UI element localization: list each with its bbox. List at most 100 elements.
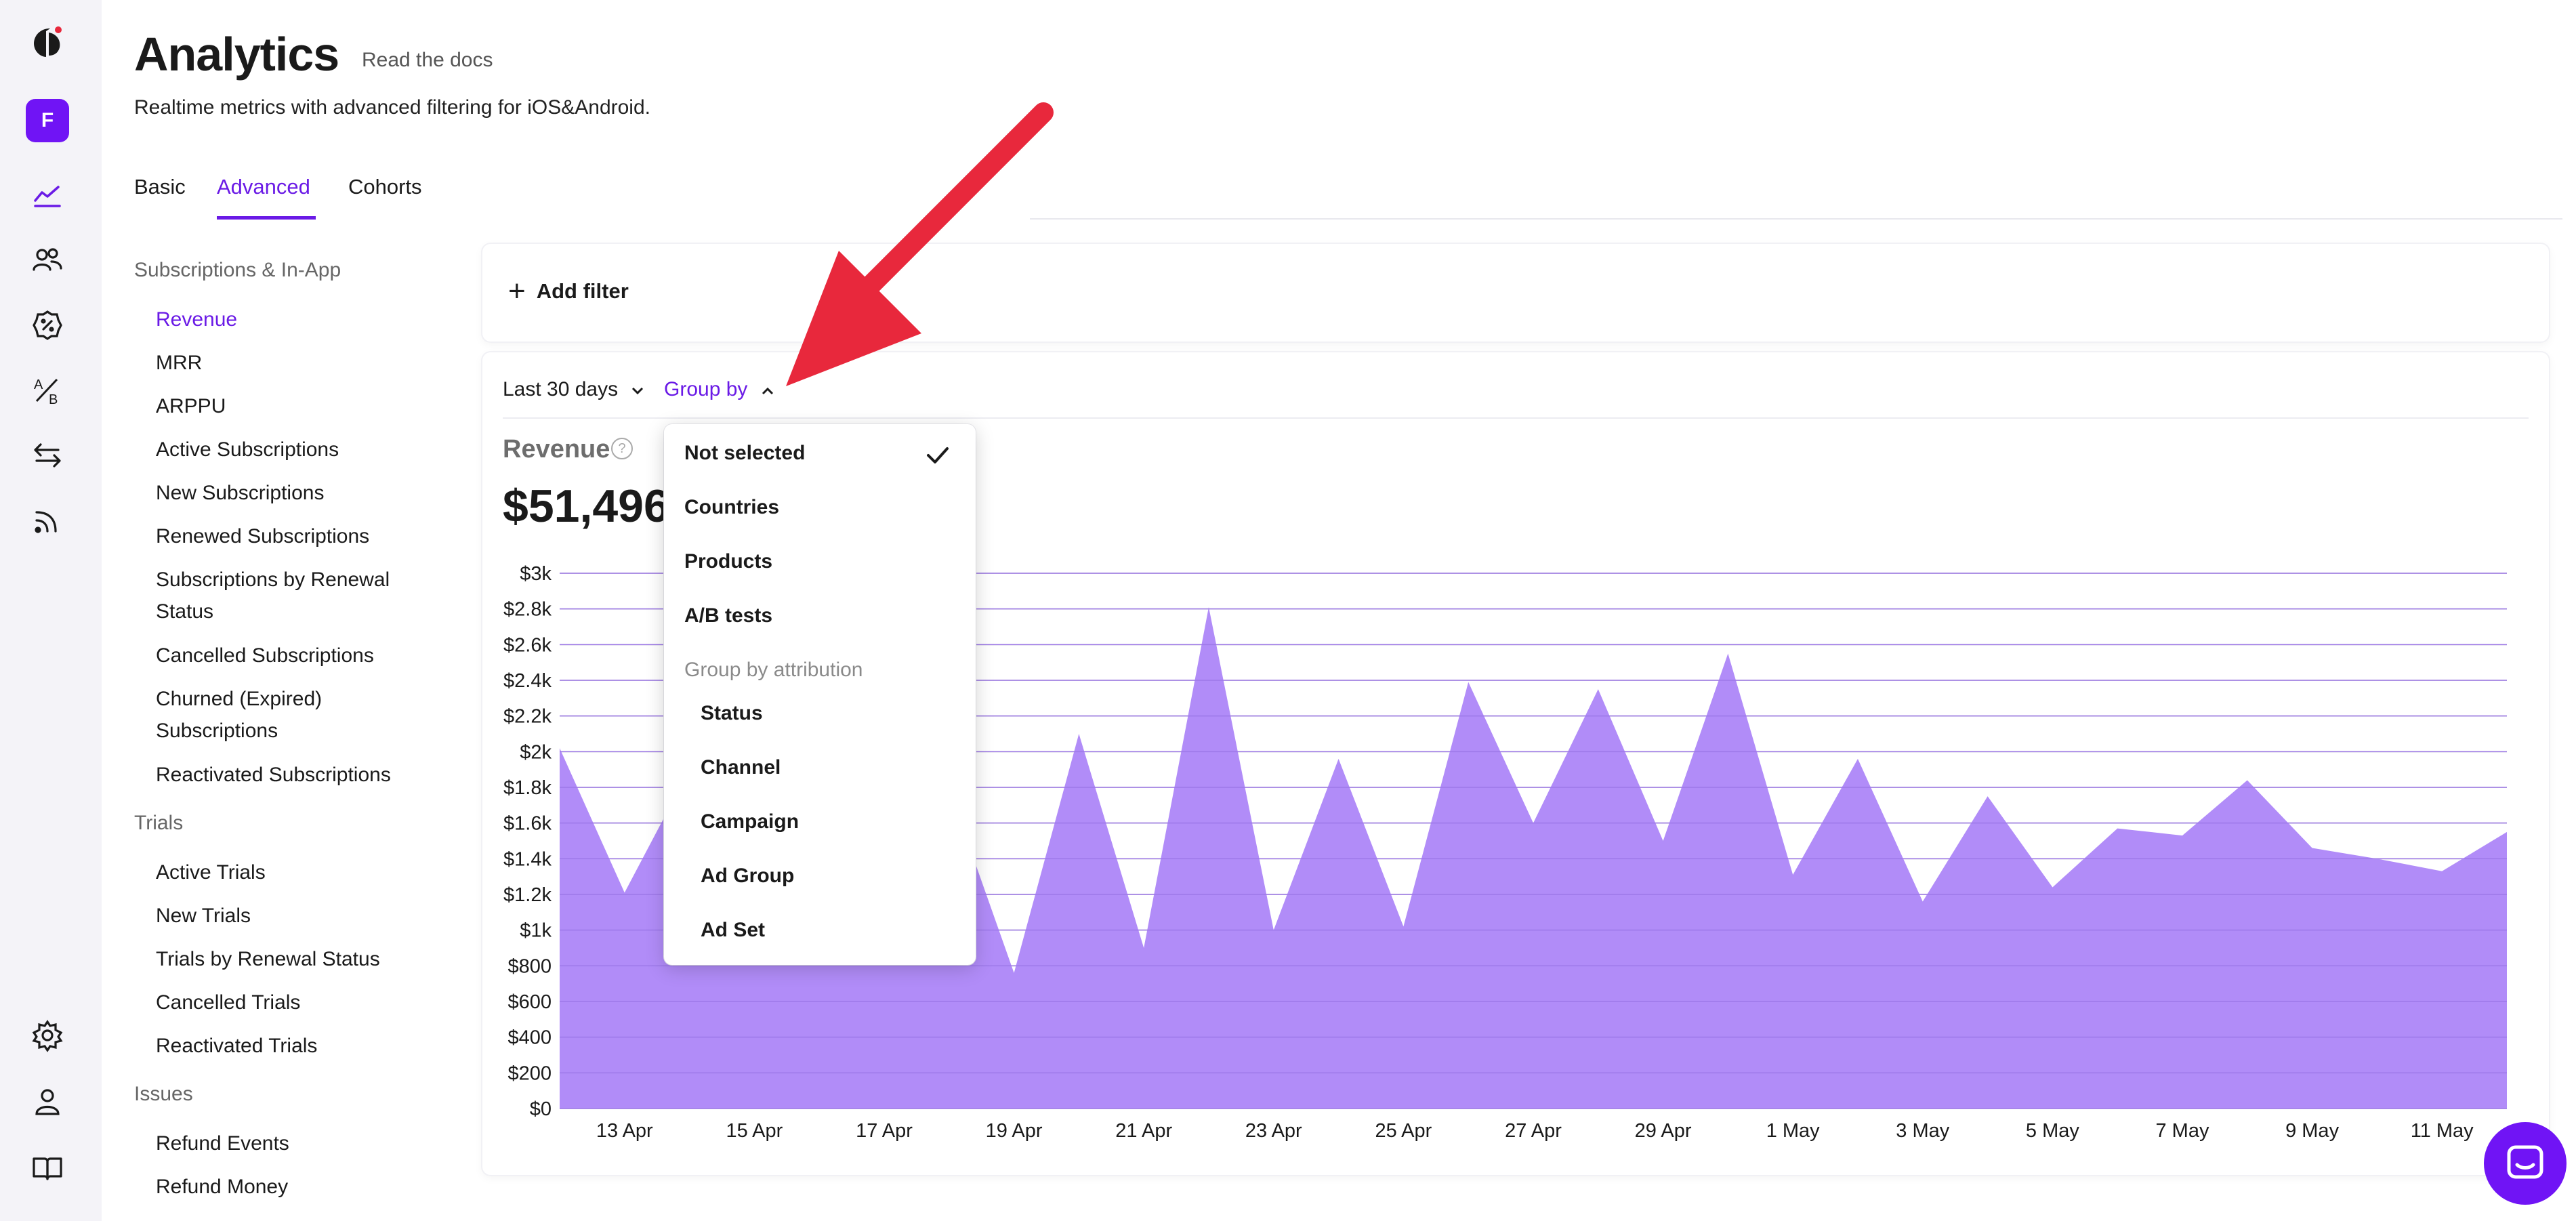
sidebar-item-churned-subscriptions[interactable]: Churned (Expired) Subscriptions <box>156 683 379 747</box>
x-axis-ticks: 13 Apr 15 Apr 17 Apr 19 Apr 21 Apr 23 Apr 25 A… <box>596 1120 2474 1142</box>
docs-link[interactable]: Read the docs <box>362 49 493 72</box>
dropdown-option-status[interactable]: Status <box>701 702 763 725</box>
dropdown-option-countries[interactable]: Countries <box>684 496 779 519</box>
x-tick-label: 25 Apr <box>1375 1120 1432 1142</box>
sidebar-item-cancelled-subscriptions[interactable]: Cancelled Subscriptions <box>156 640 374 671</box>
help-icon[interactable]: ? <box>611 438 633 459</box>
sidebar-item-active-trials[interactable]: Active Trials <box>156 856 266 888</box>
y-tick-label: $2.6k <box>503 634 552 656</box>
x-tick-label: 27 Apr <box>1505 1120 1562 1142</box>
chart-controls-divider <box>503 417 2529 419</box>
x-tick-label: 23 Apr <box>1245 1120 1302 1142</box>
x-tick-label: 3 May <box>1896 1120 1949 1142</box>
metric-name: Revenue <box>503 435 610 463</box>
period-label: Last 30 days <box>503 378 619 400</box>
dropdown-option-campaign[interactable]: Campaign <box>701 810 799 833</box>
y-axis-ticks: $0 $200 $400 $600 $800 $1k $1.2k $1.4k $1.6k $1.8… <box>503 563 552 1120</box>
y-tick-label: $800 <box>507 955 552 977</box>
sidebar-item-reactivated-subscriptions[interactable]: Reactivated Subscriptions <box>156 759 391 791</box>
tab-cohorts[interactable]: Cohorts <box>348 175 422 199</box>
group-by-dropdown: Not selected Countries Products A/B test… <box>664 424 976 965</box>
svg-text:B: B <box>49 392 58 407</box>
sidebar-item-new-trials[interactable]: New Trials <box>156 900 251 932</box>
settings-icon[interactable] <box>27 1015 68 1056</box>
sidebar-item-revenue[interactable]: Revenue <box>156 304 237 335</box>
paywalls-icon[interactable] <box>27 305 68 346</box>
metric-total-value: $51,496 <box>503 480 669 532</box>
chevron-down-icon <box>632 387 644 395</box>
sidebar-item-mrr[interactable]: MRR <box>156 347 202 379</box>
y-tick-label: $2.8k <box>503 599 552 621</box>
sidebar-item-active-subscriptions[interactable]: Active Subscriptions <box>156 434 339 465</box>
chat-icon <box>2507 1145 2543 1179</box>
add-filter-button[interactable]: + Add filter <box>508 274 629 308</box>
events-feed-icon[interactable] <box>27 500 68 541</box>
x-tick-label: 7 May <box>2156 1120 2209 1142</box>
dropdown-option-ad-set[interactable]: Ad Set <box>701 919 765 942</box>
dropdown-option-products[interactable]: Products <box>684 550 772 573</box>
ab-tests-icon[interactable]: AB <box>27 370 68 411</box>
y-tick-label: $400 <box>507 1027 552 1049</box>
sidebar-group-issues: Issues <box>134 1083 193 1105</box>
workspace-avatar[interactable]: F <box>26 99 69 142</box>
check-icon <box>927 447 949 463</box>
dropdown-option-not-selected[interactable]: Not selected <box>684 442 805 465</box>
chat-button[interactable] <box>2484 1122 2567 1205</box>
sidebar-item-subscriptions-by-renewal-status[interactable]: Subscriptions by Renewal Status <box>156 564 440 627</box>
x-tick-label: 11 May <box>2411 1120 2474 1142</box>
y-tick-label: $1.2k <box>503 884 552 906</box>
x-tick-label: 21 Apr <box>1115 1120 1172 1142</box>
x-tick-label: 13 Apr <box>596 1120 653 1142</box>
group-by-label: Group by <box>664 378 748 400</box>
annotation-arrow <box>786 102 1054 386</box>
x-tick-label: 19 Apr <box>986 1120 1043 1142</box>
sidebar-group-trials: Trials <box>134 812 184 834</box>
sidebar-item-refund-money[interactable]: Refund Money <box>156 1171 288 1203</box>
sidebar-item-reactivated-trials[interactable]: Reactivated Trials <box>156 1030 317 1062</box>
sidebar-item-new-subscriptions[interactable]: New Subscriptions <box>156 477 324 509</box>
y-tick-label: $2k <box>520 741 552 763</box>
svg-text:A: A <box>34 377 43 392</box>
active-tab-indicator <box>217 216 316 220</box>
dropdown-option-ad-group[interactable]: Ad Group <box>701 865 794 888</box>
transfers-icon[interactable] <box>27 435 68 476</box>
x-tick-label: 15 Apr <box>726 1120 783 1142</box>
dropdown-option-channel[interactable]: Channel <box>701 756 781 779</box>
y-tick-label: $2.2k <box>503 706 552 728</box>
analytics-icon[interactable] <box>27 175 68 215</box>
y-tick-label: $0 <box>530 1098 552 1120</box>
sidebar-item-arppu[interactable]: ARPPU <box>156 390 226 422</box>
y-tick-label: $3k <box>520 563 552 585</box>
x-tick-label: 9 May <box>2285 1120 2339 1142</box>
y-tick-label: $1k <box>520 920 552 942</box>
logo-icon[interactable] <box>27 22 68 62</box>
x-tick-label: 5 May <box>2026 1120 2079 1142</box>
sidebar-group-subscriptions: Subscriptions & In-App <box>134 259 341 281</box>
profiles-icon[interactable] <box>27 240 68 281</box>
y-tick-label: $1.8k <box>503 777 552 799</box>
page-title: Analytics <box>134 28 339 81</box>
x-tick-label: 1 May <box>1766 1120 1820 1142</box>
sidebar-item-refund-events[interactable]: Refund Events <box>156 1127 289 1159</box>
page-subtitle: Realtime metrics with advanced filtering… <box>134 96 650 119</box>
x-tick-label: 29 Apr <box>1635 1120 1692 1142</box>
add-filter-label: Add filter <box>536 279 629 303</box>
x-tick-label: 17 Apr <box>856 1120 913 1142</box>
y-tick-label: $600 <box>507 991 552 1013</box>
period-selector[interactable]: Last 30 days <box>503 378 645 401</box>
y-tick-label: $200 <box>507 1062 552 1084</box>
plus-icon: + <box>508 274 526 308</box>
docs-icon[interactable] <box>27 1148 68 1188</box>
sidebar-item-renewed-subscriptions[interactable]: Renewed Subscriptions <box>156 520 369 552</box>
sidebar-item-cancelled-trials[interactable]: Cancelled Trials <box>156 987 300 1018</box>
sidebar-item-trials-by-renewal-status[interactable]: Trials by Renewal Status <box>156 943 380 975</box>
y-tick-label: $1.4k <box>503 848 552 870</box>
tab-basic[interactable]: Basic <box>134 175 186 199</box>
dropdown-section-attribution: Group by attribution <box>684 659 863 681</box>
tabs-divider <box>1030 218 2562 220</box>
y-tick-label: $1.6k <box>503 813 552 835</box>
icon-rail: F AB <box>0 0 102 1221</box>
account-icon[interactable] <box>27 1081 68 1122</box>
tab-advanced[interactable]: Advanced <box>217 175 310 199</box>
dropdown-option-ab-tests[interactable]: A/B tests <box>684 604 772 627</box>
